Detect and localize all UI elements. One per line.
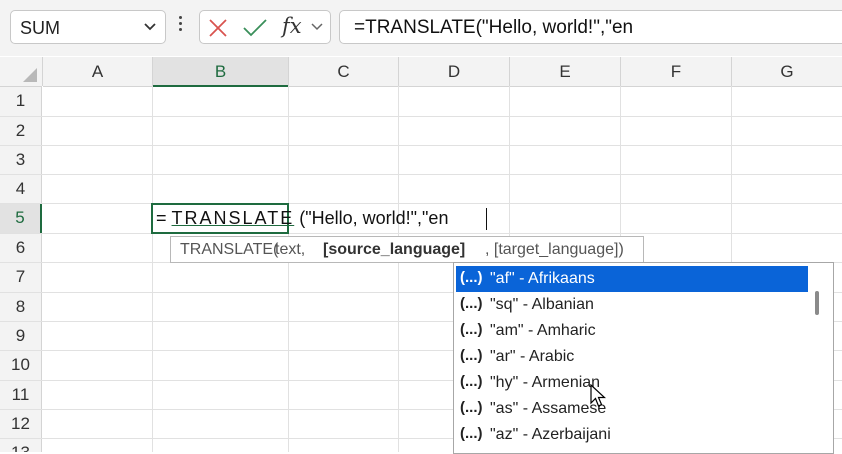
formula-text: =TRANSLATE("Hello, world!","en	[354, 17, 634, 38]
insert-function-button[interactable]: fx	[282, 14, 302, 38]
chevron-down-icon[interactable]	[143, 22, 157, 32]
tooltip-arg-rest[interactable]: , [target_language])	[485, 241, 624, 259]
autocomplete-item[interactable]: (...) "ar" - Arabic	[456, 344, 808, 370]
row-header-11[interactable]: 11	[0, 381, 42, 409]
autocomplete-list[interactable]: (...) "af" - Afrikaans (...) "sq" - Alba…	[453, 262, 834, 454]
row-header-8[interactable]: 8	[0, 293, 42, 321]
tooltip-function[interactable]: TRANSLATE(	[180, 241, 278, 259]
formula-equals: =	[156, 208, 167, 228]
row-header-3[interactable]: 3	[0, 146, 42, 174]
autocomplete-item[interactable]: (...) "am" - Amharic	[456, 318, 808, 344]
cell-edit-text[interactable]: = TRANSLATE ("Hello, world!","en	[156, 208, 448, 229]
function-argument-tooltip: TRANSLATE( text, [source_language] , [ta…	[170, 236, 644, 263]
autocomplete-item[interactable]: (...) "af" - Afrikaans	[456, 266, 808, 292]
column-header-d[interactable]: D	[399, 57, 509, 87]
autocomplete-item[interactable]: (...) "as" - Assamese	[456, 396, 808, 422]
formula-input[interactable]: =TRANSLATE("Hello, world!","en	[339, 10, 842, 44]
column-header-f[interactable]: F	[621, 57, 731, 87]
column-header-a[interactable]: A	[43, 57, 152, 87]
name-box[interactable]: SUM	[10, 10, 166, 44]
row-header-7[interactable]: 7	[0, 263, 42, 292]
tooltip-arg-source-language[interactable]: [source_language]	[323, 241, 465, 259]
more-options-icon[interactable]	[177, 13, 183, 35]
constant-icon: (...)	[460, 347, 483, 364]
column-header-c[interactable]: C	[289, 57, 398, 87]
dropdown-scrollbar-thumb[interactable]	[815, 291, 819, 315]
autocomplete-item[interactable]: (...) "hy" - Armenian	[456, 370, 808, 396]
row-header-6[interactable]: 6	[0, 234, 42, 262]
enter-check-icon[interactable]	[242, 19, 268, 37]
formula-arguments: ("Hello, world!","en	[299, 208, 449, 228]
row-header-12[interactable]: 12	[0, 410, 42, 438]
column-header-e[interactable]: E	[510, 57, 620, 87]
constant-icon: (...)	[460, 373, 483, 390]
row-header-9[interactable]: 9	[0, 322, 42, 350]
column-header-g[interactable]: G	[732, 57, 842, 87]
chevron-down-icon[interactable]	[310, 22, 324, 32]
autocomplete-item[interactable]: (...) "az" - Azerbaijani	[456, 422, 808, 448]
row-header-4[interactable]: 4	[0, 175, 42, 203]
row-header-5[interactable]: 5	[0, 204, 42, 233]
row-header-10[interactable]: 10	[0, 351, 42, 380]
formula-bar-area: SUM fx =TRANSLATE("Hello, world!","en	[0, 0, 842, 56]
autocomplete-item[interactable]: (...) "sq" - Albanian	[456, 292, 808, 318]
tooltip-arg-text[interactable]: text,	[275, 241, 305, 259]
constant-icon: (...)	[460, 399, 483, 416]
constant-icon: (...)	[460, 295, 483, 312]
formula-buttons: fx	[199, 10, 331, 44]
formula-function-name: TRANSLATE	[171, 208, 295, 228]
mouse-pointer-icon	[590, 384, 606, 407]
select-all-corner[interactable]	[0, 57, 42, 87]
constant-icon: (...)	[460, 425, 483, 442]
constant-icon: (...)	[460, 269, 483, 286]
column-header-b[interactable]: B	[153, 57, 288, 87]
constant-icon: (...)	[460, 321, 483, 338]
name-box-value: SUM	[20, 18, 60, 38]
row-header-2[interactable]: 2	[0, 117, 42, 145]
cancel-x-icon[interactable]	[208, 19, 228, 37]
text-caret	[486, 208, 487, 230]
row-header-1[interactable]: 1	[0, 87, 42, 116]
row-header-13[interactable]: 13	[0, 439, 42, 452]
